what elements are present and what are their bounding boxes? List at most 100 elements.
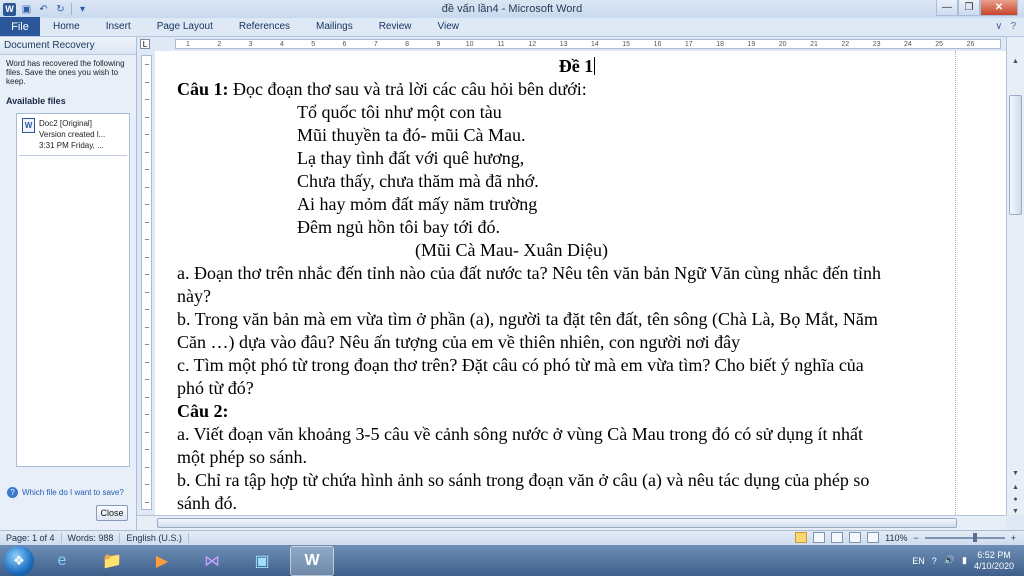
- customize-toolbar-icon[interactable]: ▾: [76, 3, 89, 16]
- available-files-label: Available files: [6, 96, 66, 106]
- tab-references[interactable]: References: [226, 17, 303, 36]
- vertical-ruler-tick: [145, 116, 149, 118]
- vertical-ruler-tick: [145, 221, 149, 223]
- expand-ribbon-icon[interactable]: ∨: [995, 21, 1002, 32]
- vertical-ruler-tick: [145, 134, 149, 135]
- poem-line: Đêm ngủ hồn tôi bay tới đó.: [297, 217, 501, 237]
- document-heading: Đề 1: [177, 55, 957, 78]
- tab-view[interactable]: View: [425, 17, 473, 36]
- network-icon[interactable]: ▮: [962, 555, 967, 566]
- question-1-label: Câu 1:: [177, 79, 229, 99]
- zoom-level[interactable]: 110%: [885, 533, 907, 543]
- minimize-button[interactable]: —: [936, 0, 958, 16]
- recovered-file-item[interactable]: W Doc2 [Original] Version created l... 3…: [19, 114, 127, 156]
- file-time: 3:31 PM Friday, ...: [39, 141, 104, 150]
- tab-home[interactable]: Home: [40, 17, 93, 36]
- volume-icon[interactable]: 🔊: [944, 555, 955, 566]
- ruler-tick: 4: [279, 41, 284, 48]
- previous-page-icon[interactable]: ▲: [1009, 481, 1022, 493]
- file-name: Doc2 [Original]: [39, 119, 92, 128]
- horizontal-scrollbar[interactable]: [137, 515, 1006, 530]
- tab-selector-icon[interactable]: L: [140, 39, 150, 49]
- browse-object-icon[interactable]: ●: [1009, 493, 1022, 505]
- next-page-icon[interactable]: ▼: [1009, 505, 1022, 517]
- internet-explorer-icon[interactable]: e: [40, 546, 84, 576]
- ruler-tick: 23: [872, 41, 881, 48]
- full-screen-view-icon[interactable]: [813, 532, 826, 543]
- horizontal-scroll-thumb[interactable]: [157, 518, 957, 528]
- word-app-icon[interactable]: W: [3, 2, 16, 16]
- document-body[interactable]: Đề 1 Câu 1: Đọc đoạn thơ sau và trả lời …: [177, 55, 957, 515]
- scroll-thumb[interactable]: [1009, 95, 1022, 215]
- tab-review[interactable]: Review: [366, 17, 425, 36]
- clock-date: 4/10/2020: [973, 560, 1014, 571]
- network-tool-icon[interactable]: ▣: [240, 546, 284, 576]
- status-bar: Page: 1 of 4 Words: 988 English (U.S.) 1…: [0, 530, 1024, 545]
- undo-icon[interactable]: ↶: [37, 3, 50, 16]
- print-layout-view-icon[interactable]: [795, 532, 808, 543]
- ruler-tick: 25: [935, 41, 944, 48]
- recovery-message: Word has recovered the following files. …: [6, 59, 125, 86]
- poem-line: Ai hay mỏm đất mấy năm trường: [297, 194, 538, 214]
- page-count[interactable]: Page: 1 of 4: [0, 533, 62, 543]
- help-icon[interactable]: ?: [1010, 21, 1016, 32]
- question-icon: ?: [7, 487, 18, 498]
- language-indicator[interactable]: English (U.S.): [120, 533, 189, 543]
- zoom-slider[interactable]: [924, 532, 1005, 542]
- vertical-ruler-tick: [145, 361, 149, 363]
- question-line: sánh đó.: [177, 493, 237, 513]
- vertical-ruler-tick: [145, 151, 149, 153]
- word-document-icon: W: [22, 118, 35, 133]
- word-taskbar-icon[interactable]: W: [290, 545, 334, 576]
- vertical-ruler-tick: [145, 81, 149, 83]
- clock-time: 6:52 PM: [977, 549, 1011, 560]
- help-link-text[interactable]: Which file do I want to save?: [22, 488, 124, 497]
- outline-view-icon[interactable]: [849, 532, 862, 543]
- document-page[interactable]: Đề 1 Câu 1: Đọc đoạn thơ sau và trả lời …: [155, 51, 1006, 515]
- vertical-ruler-tick: [145, 256, 149, 258]
- word-count[interactable]: Words: 988: [62, 533, 121, 543]
- redo-icon[interactable]: ↻: [54, 3, 67, 16]
- close-pane-button[interactable]: Close: [96, 505, 128, 521]
- ruler-tick: 17: [684, 41, 693, 48]
- scroll-down-icon[interactable]: ▼: [1009, 467, 1022, 479]
- input-language[interactable]: EN: [912, 556, 925, 566]
- ruler-tick: 14: [590, 41, 599, 48]
- question-line: một phép so sánh.: [177, 447, 307, 467]
- close-window-button[interactable]: ✕: [980, 0, 1018, 16]
- file-explorer-icon[interactable]: 📁: [90, 546, 134, 576]
- ruler-tick: 5: [311, 41, 316, 48]
- ruler-tick: 21: [810, 41, 818, 48]
- restore-button[interactable]: ❐: [958, 0, 980, 16]
- zoom-in-icon[interactable]: +: [1011, 533, 1016, 543]
- poem-line: Lạ thay tình đất với quê hương,: [297, 148, 525, 168]
- vertical-ruler-tick: [145, 449, 149, 450]
- start-button[interactable]: ❖: [4, 545, 34, 576]
- vertical-scrollbar[interactable]: ▲ ▼ ▲ ● ▼: [1006, 37, 1024, 515]
- tab-mailings[interactable]: Mailings: [303, 17, 366, 36]
- tab-insert[interactable]: Insert: [93, 17, 144, 36]
- scroll-up-icon[interactable]: ▲: [1009, 55, 1022, 67]
- media-player-icon[interactable]: ▶: [140, 546, 184, 576]
- ruler-tick: 2: [217, 41, 222, 48]
- web-layout-view-icon[interactable]: [831, 532, 844, 543]
- tab-page-layout[interactable]: Page Layout: [144, 17, 226, 36]
- quick-access-toolbar: W ▣ ↶ ↻ ▾: [0, 0, 89, 18]
- visual-studio-icon[interactable]: ⋈: [190, 546, 234, 576]
- help-tray-icon[interactable]: ?: [932, 556, 937, 566]
- draft-view-icon[interactable]: [867, 532, 880, 543]
- poem-source: (Mũi Cà Mau- Xuân Diệu): [415, 240, 608, 260]
- ruler-tick: 19: [747, 41, 756, 48]
- vertical-ruler[interactable]: [141, 55, 152, 510]
- clock[interactable]: 6:52 PM 4/10/2020: [974, 550, 1014, 572]
- save-icon[interactable]: ▣: [20, 3, 33, 16]
- ruler-area: L 1 2 3 4 5 6 7 8 9 10 11 12 13 14 15 16 17 18 19 20 21 22 23 2…: [137, 37, 1006, 51]
- question-line: a. Đoạn thơ trên nhắc đến tỉnh nào của đ…: [177, 263, 881, 283]
- horizontal-ruler[interactable]: 1 2 3 4 5 6 7 8 9 10 11 12 13 14 15 16 17 18 19 20 21 22 23 24 2…: [175, 39, 1001, 49]
- zoom-out-icon[interactable]: −: [913, 533, 918, 543]
- ribbon-right-controls: ∨ ?: [995, 21, 1016, 32]
- vertical-ruler-tick: [145, 344, 149, 345]
- tab-file[interactable]: File: [0, 17, 40, 36]
- ruler-tick: 11: [497, 41, 505, 48]
- help-link[interactable]: ? Which file do I want to save?: [7, 487, 124, 498]
